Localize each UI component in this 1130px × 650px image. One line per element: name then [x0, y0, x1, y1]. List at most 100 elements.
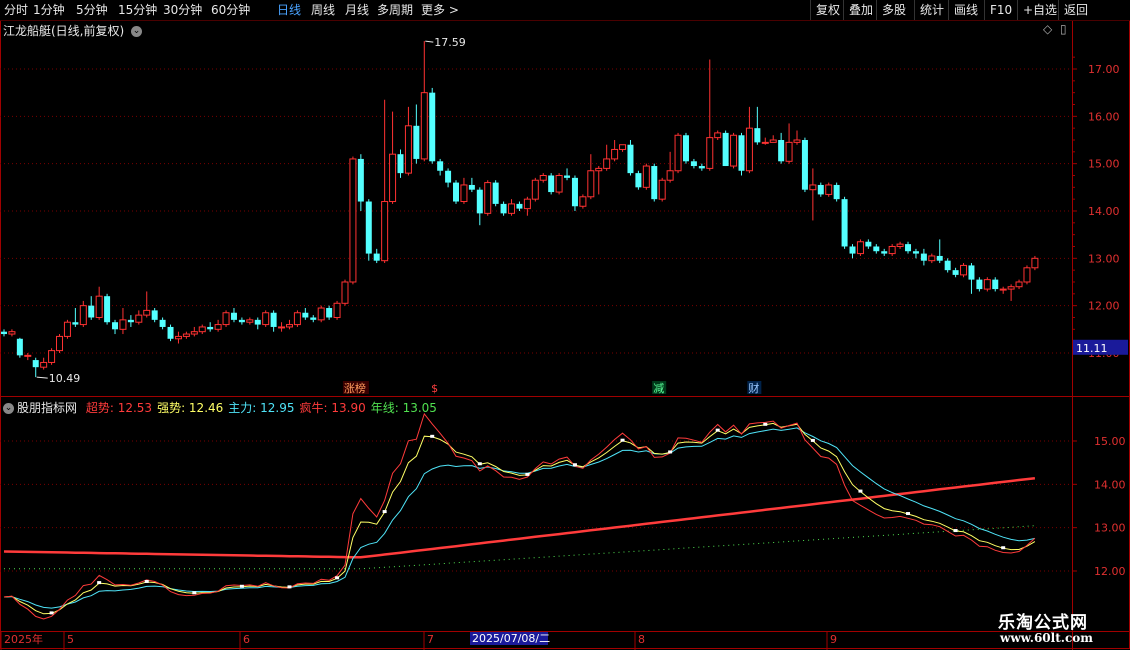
- toolbar: 分时 1分钟 5分钟 15分钟 30分钟 60分钟 日线 周线 月线 多周期 更多 > 复权 叠加 多股统…: [0, 0, 1130, 21]
- candle: [992, 277, 999, 292]
- candle: [72, 308, 79, 327]
- event-marker[interactable]: $: [430, 381, 445, 395]
- period-tab-8[interactable]: 月线: [345, 0, 369, 20]
- candle: [460, 177, 468, 204]
- candle: [230, 308, 237, 323]
- event-marker[interactable]: 减: [652, 381, 667, 395]
- candle: [674, 132, 682, 174]
- candle: [79, 300, 87, 327]
- candle: [539, 173, 547, 183]
- candle: [341, 279, 349, 306]
- candle: [397, 149, 404, 178]
- candle: [778, 132, 785, 164]
- event-marker[interactable]: 财: [747, 381, 762, 395]
- diamond-icon[interactable]: ◇: [1043, 22, 1052, 36]
- period-tab-6[interactable]: 日线: [277, 0, 301, 20]
- signal-marker: [525, 472, 530, 476]
- signal-marker: [858, 489, 863, 493]
- toolbar-button-7[interactable]: 返回: [1058, 0, 1099, 20]
- candle: [658, 177, 666, 202]
- signal-marker: [382, 510, 387, 514]
- candle: [841, 196, 848, 249]
- candle: [936, 239, 943, 264]
- period-tab-4[interactable]: 30分钟: [163, 0, 202, 20]
- signal-marker: [668, 450, 673, 454]
- candle: [8, 329, 16, 337]
- candle: [905, 241, 912, 254]
- time-tick-label: 9: [830, 633, 837, 646]
- candle: [809, 168, 817, 221]
- candle: [413, 104, 420, 164]
- toolbar-button-5[interactable]: F10: [984, 0, 1018, 20]
- candle: [32, 357, 39, 378]
- low-label: 10.49: [49, 372, 81, 385]
- candle: [112, 319, 119, 335]
- signal-marker: [810, 438, 815, 442]
- candle: [555, 173, 563, 195]
- candle: [531, 177, 539, 202]
- candle: [143, 291, 151, 318]
- stock-chart[interactable]: 17.59 10.49 涨榜 $ 减 财 17.00 16.00 15.00 14.00 13.0…: [0, 0, 1130, 650]
- candle: [548, 173, 555, 195]
- candle: [999, 286, 1007, 294]
- candle: [849, 244, 856, 259]
- period-tab-3[interactable]: 15分钟: [118, 0, 157, 20]
- period-tab-0[interactable]: 分时: [4, 0, 28, 20]
- candle: [326, 305, 333, 320]
- event-marker[interactable]: 涨榜: [342, 381, 369, 395]
- time-tick-label: 5: [67, 633, 74, 646]
- candle: [801, 137, 808, 193]
- signal-marker: [620, 438, 625, 442]
- candle: [508, 199, 516, 216]
- period-tab-9[interactable]: 多周期: [377, 0, 413, 20]
- toolbar-button-6[interactable]: +自选: [1017, 0, 1059, 20]
- candle: [373, 248, 380, 264]
- candle: [754, 106, 761, 145]
- period-tab-7[interactable]: 周线: [311, 0, 335, 20]
- candle: [285, 319, 293, 330]
- toolbar-button-1[interactable]: 叠加: [843, 0, 877, 20]
- candle: [896, 241, 904, 249]
- candle: [666, 151, 674, 183]
- toolbar-button-3[interactable]: 统计: [914, 0, 949, 20]
- chevron-down-icon[interactable]: ⌄: [3, 403, 14, 414]
- candle: [349, 156, 357, 285]
- candlestick-series: 17.59 10.49 涨榜 $ 减 财: [1, 36, 1039, 395]
- toolbar-button-0[interactable]: 复权: [810, 0, 844, 20]
- toolbar-button-2[interactable]: 多股: [876, 0, 915, 20]
- signal-marker: [97, 581, 102, 585]
- candle: [928, 253, 936, 264]
- candle: [381, 99, 389, 264]
- panel-toggle-icon[interactable]: ▯: [1060, 22, 1067, 36]
- signal-marker: [49, 611, 54, 615]
- candle: [310, 315, 317, 323]
- candle: [468, 177, 475, 193]
- page-title: 江龙船艇(日线,前复权) ⌄: [3, 22, 145, 39]
- candle: [238, 317, 245, 325]
- period-tab-1[interactable]: 1分钟: [33, 0, 65, 20]
- candle: [278, 322, 286, 332]
- signal-marker: [572, 463, 577, 467]
- candle: [571, 175, 578, 211]
- indicator-tick-label: 13.00: [1094, 522, 1126, 535]
- period-tab-5[interactable]: 60分钟: [211, 0, 250, 20]
- period-tab-2[interactable]: 5分钟: [76, 0, 108, 20]
- candle: [151, 308, 158, 323]
- candle: [682, 132, 689, 164]
- indicator-name[interactable]: 股朋指标网: [17, 401, 77, 415]
- candle: [833, 182, 840, 202]
- candle: [920, 248, 927, 266]
- price-tick-label: 17.00: [1088, 63, 1120, 76]
- candle: [761, 137, 769, 145]
- current-price-label: 11.11: [1076, 342, 1108, 355]
- candle: [698, 163, 705, 171]
- chevron-down-icon[interactable]: ⌄: [131, 26, 143, 37]
- svg-text:财: 财: [748, 381, 759, 395]
- candle: [738, 132, 745, 176]
- period-tab-10[interactable]: 更多 >: [421, 0, 459, 20]
- candle: [404, 106, 412, 176]
- candle: [944, 258, 951, 273]
- candle: [365, 199, 372, 261]
- candle: [564, 168, 571, 181]
- toolbar-button-4[interactable]: 画线: [948, 0, 985, 20]
